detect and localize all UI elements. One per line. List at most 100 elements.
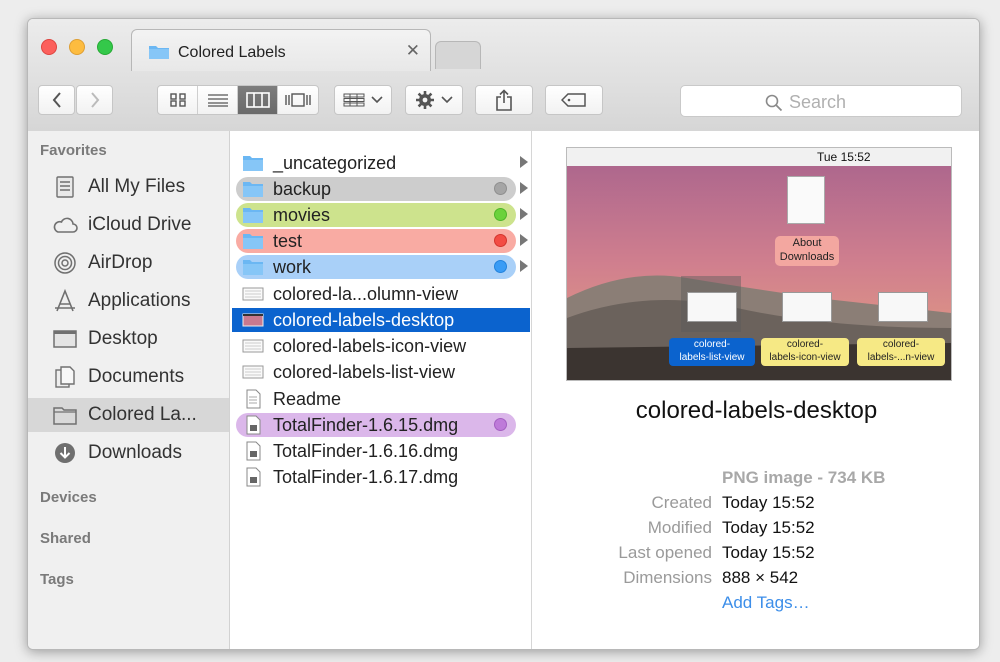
new-tab-button[interactable] — [435, 41, 481, 69]
list-item[interactable]: _uncategorized — [232, 151, 530, 175]
chevron-left-icon — [52, 92, 61, 108]
tab-title: Colored Labels — [178, 44, 286, 61]
file-thumbnail — [878, 292, 928, 322]
image-file-icon — [242, 365, 264, 379]
sidebar-item-colored-labels[interactable]: Colored La... — [28, 398, 229, 432]
desktop-label-line: colored- — [786, 339, 824, 350]
airdrop-icon — [54, 252, 76, 274]
list-item[interactable]: work — [232, 255, 530, 279]
item-label: movies — [273, 205, 331, 225]
grid-icon — [169, 93, 186, 107]
sidebar-section-shared[interactable]: Shared — [40, 530, 91, 547]
sidebar-item-all-my-files[interactable]: All My Files — [28, 170, 229, 204]
desktop-label-list-view: colored- labels-list-view — [669, 338, 755, 366]
item-label: TotalFinder-1.6.17.dmg — [273, 467, 459, 487]
list-item[interactable]: TotalFinder-1.6.15.dmg — [232, 413, 530, 437]
list-item[interactable]: colored-labels-icon-view — [232, 334, 530, 358]
list-item[interactable]: movies — [232, 203, 530, 227]
sidebar-item-label: Applications — [88, 290, 191, 311]
disclosure-arrow-icon — [520, 208, 528, 220]
list-view-button[interactable] — [198, 86, 238, 114]
sidebar-item-label: AirDrop — [88, 252, 153, 273]
action-button[interactable] — [405, 85, 463, 115]
sidebar-item-label: All My Files — [88, 176, 186, 197]
back-button[interactable] — [38, 85, 75, 115]
sidebar-section-favorites: Favorites — [40, 142, 107, 159]
info-label-last-opened: Last opened — [618, 543, 712, 562]
info-value-last-opened: Today 15:52 — [722, 543, 815, 562]
desktop-label-line: colored- — [882, 339, 920, 350]
sidebar-item-label: Documents — [88, 366, 185, 387]
titlebar: Colored Labels ✕ Search — [28, 19, 979, 132]
tag-dot-blue — [494, 260, 507, 273]
disclosure-arrow-icon — [520, 156, 528, 168]
column-view-button[interactable] — [238, 86, 278, 114]
disclosure-arrow-icon — [520, 182, 528, 194]
sidebar-item-desktop[interactable]: Desktop — [28, 322, 229, 356]
preview-pane: Tue 15:52 About Downloads colored- label… — [532, 131, 979, 649]
item-label: TotalFinder-1.6.16.dmg — [273, 441, 459, 461]
desktop-label-icon-view: colored- labels-icon-view — [761, 338, 849, 366]
list-item-selected[interactable]: colored-labels-desktop — [232, 308, 530, 332]
tag-dot-purple — [494, 418, 507, 431]
minimize-window-button[interactable] — [69, 39, 85, 55]
item-label: test — [273, 231, 303, 251]
sidebar-item-applications[interactable]: Applications — [28, 284, 229, 318]
folder-icon — [149, 46, 169, 59]
desktop-label-line: Downloads — [779, 251, 835, 263]
list-item[interactable]: test — [232, 229, 530, 253]
file-thumbnail — [687, 292, 737, 322]
cover-flow-view-button[interactable] — [278, 86, 318, 114]
close-window-button[interactable] — [41, 39, 57, 55]
sidebar-section-tags[interactable]: Tags — [40, 571, 74, 588]
list-item[interactable]: TotalFinder-1.6.17.dmg — [232, 465, 530, 489]
search-placeholder: Search — [789, 92, 847, 112]
preview-thumbnail: Tue 15:52 About Downloads colored- label… — [566, 147, 952, 381]
document-icon — [246, 389, 261, 409]
sidebar-item-downloads[interactable]: Downloads — [28, 436, 229, 470]
add-tags-link[interactable]: Add Tags… — [722, 593, 810, 613]
edit-tags-button[interactable] — [545, 85, 603, 115]
search-field[interactable]: Search — [680, 85, 962, 117]
forward-button[interactable] — [76, 85, 113, 115]
share-icon — [496, 89, 512, 111]
search-icon — [765, 94, 783, 112]
applications-icon — [55, 289, 75, 312]
file-column: _uncategorized backup movies test work c… — [230, 131, 532, 649]
image-file-icon — [242, 339, 264, 353]
list-item[interactable]: colored-la...olumn-view — [232, 282, 530, 306]
item-label: Readme — [273, 389, 342, 409]
item-label: TotalFinder-1.6.15.dmg — [273, 415, 459, 435]
arrange-button[interactable] — [334, 85, 392, 115]
sidebar-section-devices[interactable]: Devices — [40, 489, 97, 506]
arrange-grid-icon — [343, 93, 365, 107]
list-item[interactable]: backup — [232, 177, 530, 201]
disclosure-arrow-icon — [520, 234, 528, 246]
share-button[interactable] — [475, 85, 533, 115]
sidebar-item-documents[interactable]: Documents — [28, 360, 229, 394]
icon-view-button[interactable] — [158, 86, 198, 114]
sidebar: Favorites All My Files iCloud Drive AirD… — [28, 131, 230, 649]
list-item[interactable]: Readme — [232, 387, 530, 411]
item-label: colored-labels-desktop — [273, 310, 455, 330]
tab-colored-labels[interactable]: Colored Labels ✕ — [131, 29, 431, 71]
finder-window: Colored Labels ✕ Search Favorites All My… — [27, 18, 980, 650]
sidebar-item-icloud-drive[interactable]: iCloud Drive — [28, 208, 229, 242]
image-file-icon — [242, 313, 264, 327]
sidebar-item-airdrop[interactable]: AirDrop — [28, 246, 229, 280]
item-label: colored-labels-icon-view — [273, 336, 467, 356]
chevron-down-icon — [441, 96, 453, 104]
tag-icon — [561, 93, 586, 107]
disk-image-icon — [246, 441, 261, 461]
chevron-right-icon — [90, 92, 99, 108]
document-file-icon — [787, 176, 825, 224]
list-item[interactable]: colored-labels-list-view — [232, 360, 530, 384]
list-item[interactable]: TotalFinder-1.6.16.dmg — [232, 439, 530, 463]
disk-image-icon — [246, 415, 261, 435]
tab-close-icon[interactable]: ✕ — [406, 41, 420, 61]
disclosure-arrow-icon — [520, 260, 528, 272]
gear-icon — [416, 91, 434, 109]
zoom-window-button[interactable] — [97, 39, 113, 55]
image-file-icon — [242, 287, 264, 301]
folder-icon — [243, 234, 263, 249]
